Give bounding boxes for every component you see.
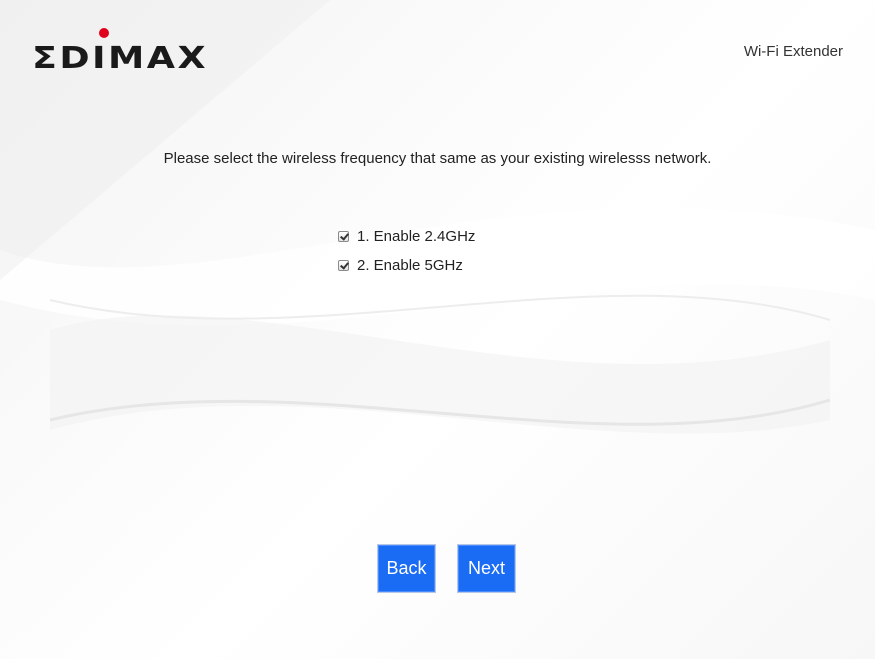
option-5ghz: 2. Enable 5GHz bbox=[338, 251, 475, 280]
page: ΣDIMAX Wi-Fi Extender Please select the … bbox=[0, 0, 875, 659]
option-5ghz-label: 2. Enable 5GHz bbox=[357, 257, 463, 274]
product-label: Wi-Fi Extender bbox=[743, 43, 843, 60]
instruction-text: Please select the wireless frequency tha… bbox=[163, 150, 712, 167]
next-button[interactable]: Next bbox=[457, 544, 516, 593]
option-2-4ghz-label: 1. Enable 2.4GHz bbox=[357, 228, 476, 245]
edimax-logo: ΣDIMAX bbox=[32, 26, 210, 76]
wizard-buttons: Back Next bbox=[377, 544, 516, 593]
edimax-logo-graphic: ΣDIMAX bbox=[32, 28, 208, 76]
enable-2-4ghz-checkbox[interactable] bbox=[338, 231, 349, 242]
option-2-4ghz: 1. Enable 2.4GHz bbox=[338, 222, 475, 251]
back-button[interactable]: Back bbox=[377, 544, 436, 593]
frequency-options: 1. Enable 2.4GHz 2. Enable 5GHz bbox=[338, 222, 475, 280]
enable-5ghz-checkbox[interactable] bbox=[338, 260, 349, 271]
svg-text:ΣDIMAX: ΣDIMAX bbox=[32, 41, 208, 74]
